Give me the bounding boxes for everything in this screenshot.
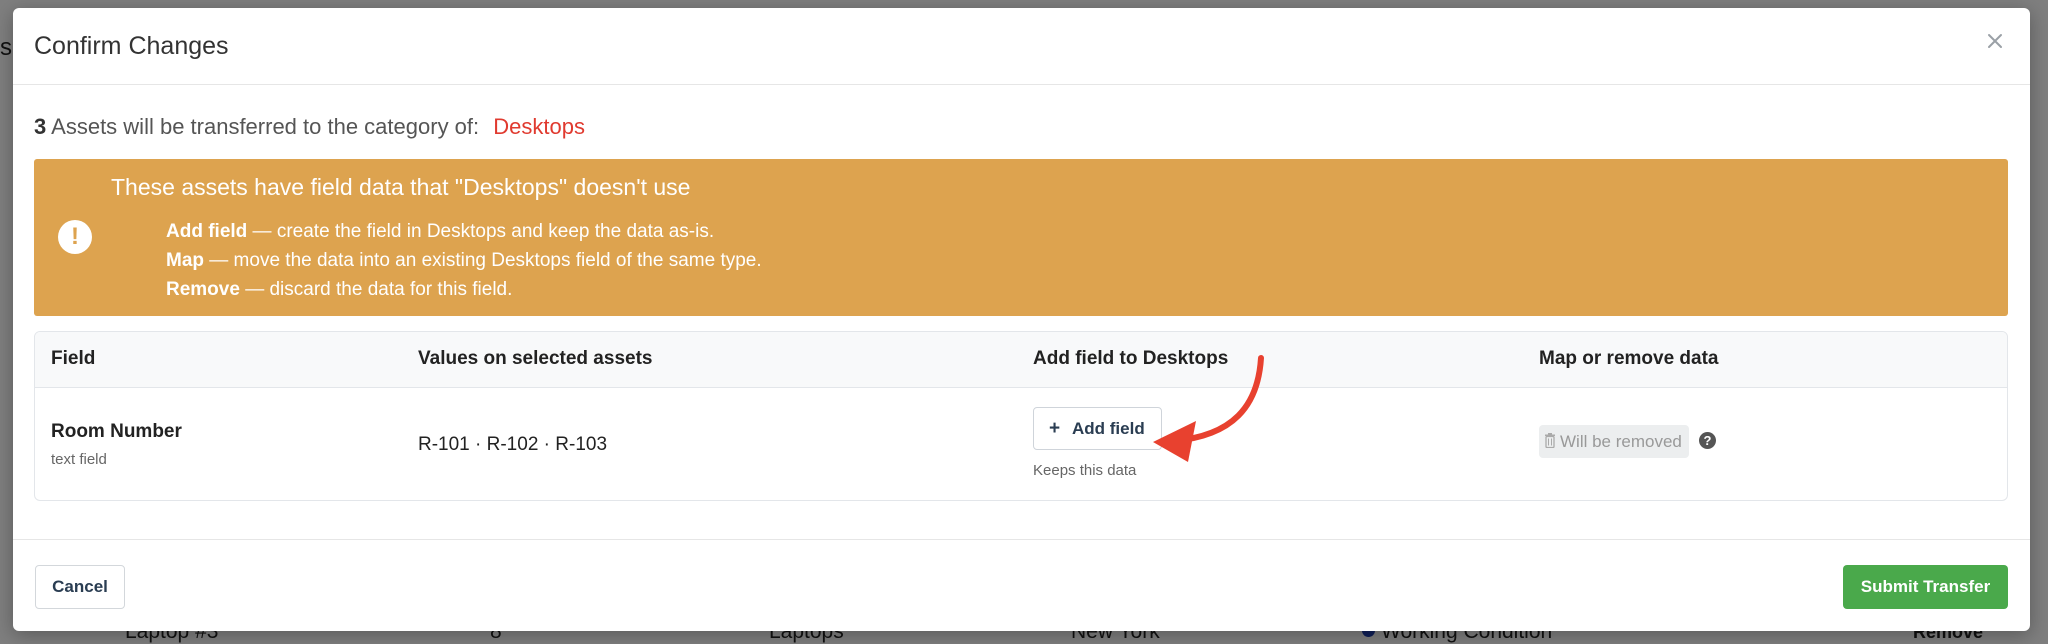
removed-label: Will be removed xyxy=(1560,432,1682,451)
field-mapping-table: Field Values on selected assets Add fiel… xyxy=(34,331,2008,501)
option-desc: — create the field in Desktops and keep … xyxy=(247,221,715,242)
modal-footer: Cancel Submit Transfer xyxy=(13,539,2030,631)
option-term: Add field xyxy=(166,221,248,242)
modal-title: Confirm Changes xyxy=(34,32,229,60)
option-term: Remove xyxy=(166,279,240,300)
question-circle-icon[interactable]: ? xyxy=(1699,432,1716,449)
exclamation-circle-icon: ! xyxy=(58,220,92,254)
trash-icon xyxy=(1544,433,1556,453)
option-add-field: Add field — create the field in Desktops… xyxy=(166,217,762,246)
option-remove: Remove — discard the data for this field… xyxy=(166,275,762,304)
field-values: R-101 · R-102 · R-103 xyxy=(418,434,608,455)
summary-text: Assets will be transferred to the catego… xyxy=(51,114,480,139)
table-header: Field Values on selected assets Add fiel… xyxy=(35,332,2007,388)
option-map: Map — move the data into an existing Des… xyxy=(166,246,762,275)
header-map-remove: Map or remove data xyxy=(1539,348,1719,369)
warning-options: Add field — create the field in Desktops… xyxy=(166,217,762,304)
add-field-label: Add field xyxy=(1072,419,1145,438)
modal-body: 3 Assets will be transferred to the cate… xyxy=(13,86,2030,547)
option-desc: — move the data into an existing Desktop… xyxy=(204,250,762,271)
header-field: Field xyxy=(51,348,96,369)
add-field-button[interactable]: + Add field xyxy=(1033,407,1162,450)
close-icon[interactable] xyxy=(1982,28,2008,54)
target-category: Desktops xyxy=(493,114,585,139)
warning-title: These assets have field data that "Deskt… xyxy=(111,174,691,200)
confirm-changes-modal: Confirm Changes 3 Assets will be transfe… xyxy=(13,8,2030,631)
header-values: Values on selected assets xyxy=(418,348,653,369)
table-row: Room Number text field R-101 · R-102 · R… xyxy=(35,388,2007,500)
option-term: Map xyxy=(166,250,204,271)
field-data-warning: ! These assets have field data that "Des… xyxy=(34,159,2008,316)
option-desc: — discard the data for this field. xyxy=(239,279,513,300)
field-type: text field xyxy=(51,451,107,468)
add-field-note: Keeps this data xyxy=(1033,462,1137,479)
asset-count: 3 xyxy=(34,114,47,139)
plus-icon: + xyxy=(1049,418,1061,439)
transfer-summary: 3 Assets will be transferred to the cate… xyxy=(34,114,585,140)
submit-transfer-button[interactable]: Submit Transfer xyxy=(1843,565,2008,609)
modal-header: Confirm Changes xyxy=(13,8,2030,85)
cancel-button[interactable]: Cancel xyxy=(35,565,125,609)
header-add-field: Add field to Desktops xyxy=(1033,348,1229,369)
will-be-removed-badge: Will be removed xyxy=(1539,425,1689,458)
field-name: Room Number xyxy=(51,421,182,442)
